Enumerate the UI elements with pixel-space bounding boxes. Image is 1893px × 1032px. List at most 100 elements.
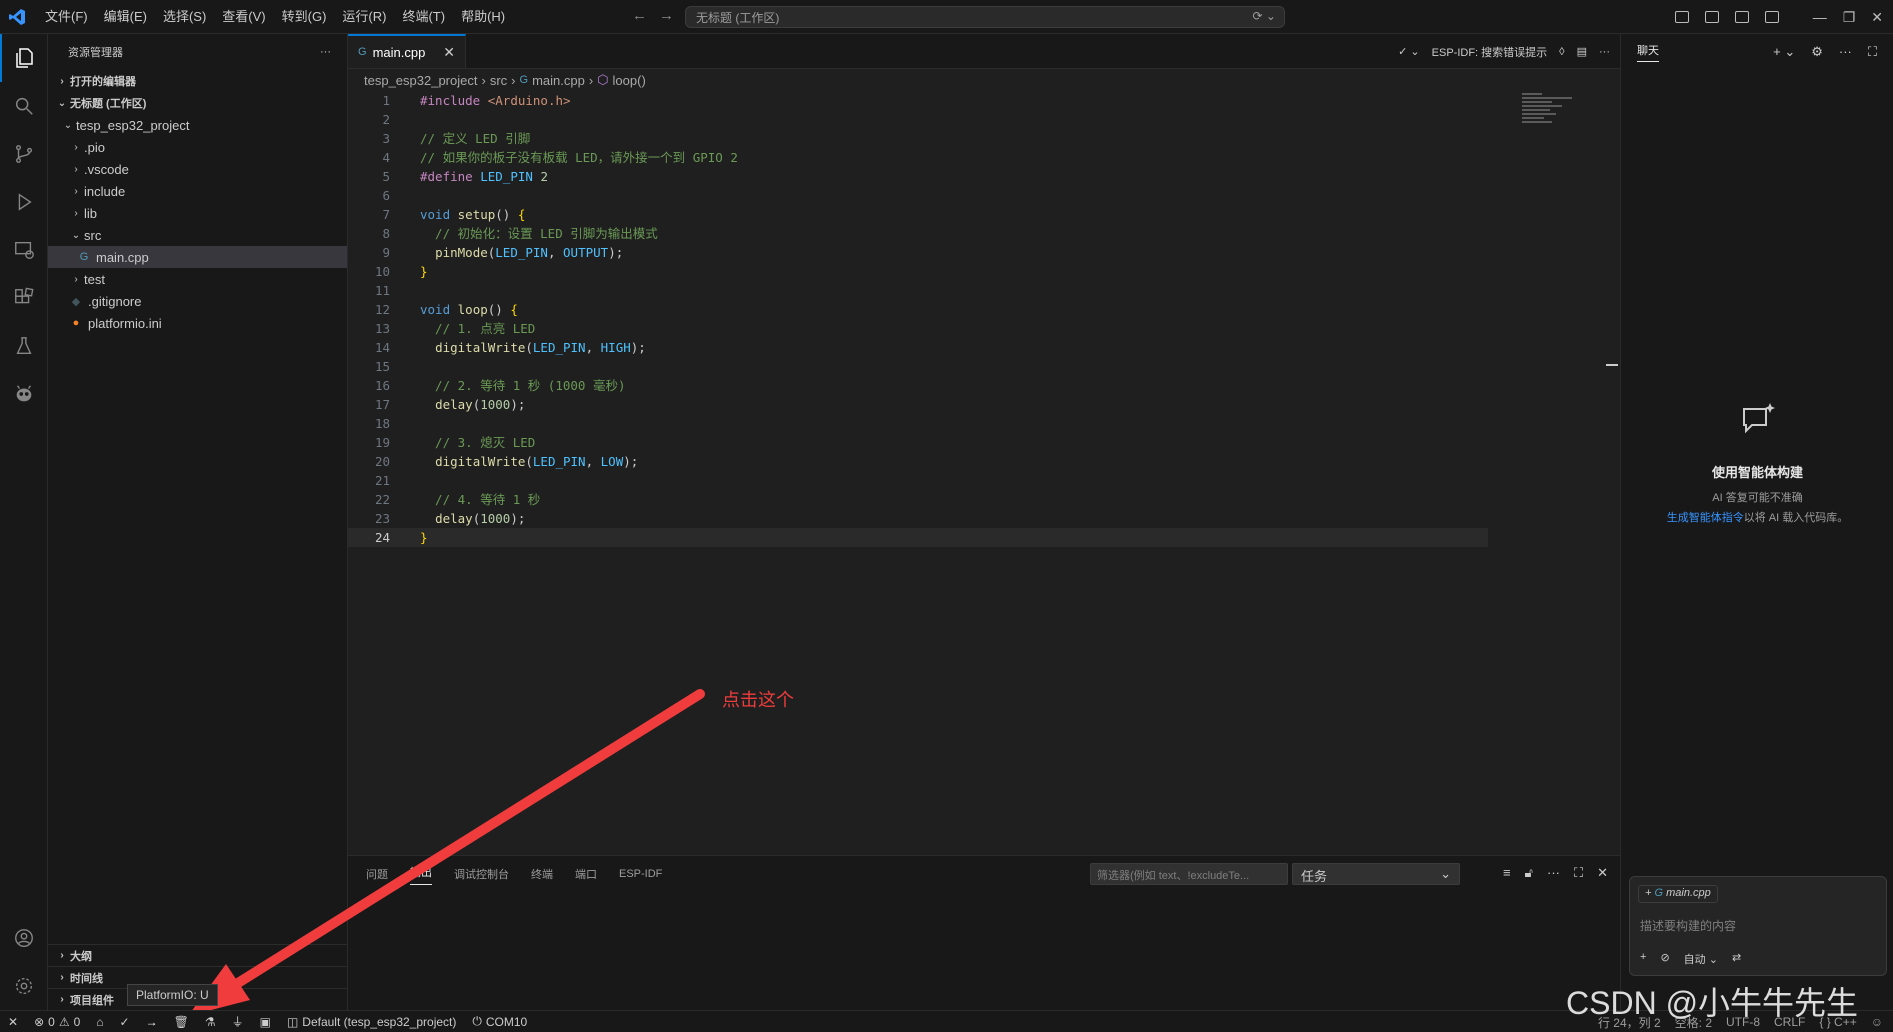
testing-flask-icon[interactable] — [0, 322, 48, 370]
tree-file-main-cpp[interactable]: G main.cpp — [48, 246, 347, 268]
problems-indicator[interactable]: ⊗ 0 ⚠ 0 — [26, 1015, 88, 1029]
close-window-icon[interactable]: ✕ — [1871, 9, 1883, 26]
code-line[interactable]: 16 // 2. 等待 1 秒 (1000 毫秒) — [348, 376, 1488, 395]
tree-file-gitignore[interactable]: ◆ .gitignore — [48, 290, 347, 312]
tree-folder-vscode[interactable]: › .vscode — [48, 158, 347, 180]
remote-explorer-icon[interactable] — [0, 226, 48, 274]
chat-more-icon[interactable]: ··· — [1839, 44, 1852, 60]
menu-selection[interactable]: 选择(S) — [156, 0, 213, 34]
chat-input-placeholder[interactable]: 描述要构建的内容 — [1640, 917, 1736, 934]
code-line[interactable]: 6 — [348, 186, 1488, 205]
pio-clean-icon[interactable]: 🗑︎ — [166, 1015, 197, 1029]
close-icon[interactable]: ✕ — [443, 44, 455, 61]
code-line[interactable]: 20 digitalWrite(LED_PIN, LOW); — [348, 452, 1488, 471]
explorer-icon[interactable] — [0, 34, 48, 82]
code-line[interactable]: 1 #include <Arduino.h> — [348, 91, 1488, 110]
code-line[interactable]: 24} — [348, 528, 1488, 547]
breadcrumb-project[interactable]: tesp_esp32_project — [364, 73, 477, 88]
output-filter-input[interactable]: 筛选器(例如 text、!excludeTe... — [1090, 863, 1288, 885]
mention-icon[interactable]: ⊘ — [1660, 951, 1669, 967]
toggle-panel-icon[interactable] — [1704, 11, 1719, 23]
tab-output[interactable]: 输出 — [410, 864, 432, 885]
tree-folder-include[interactable]: › include — [48, 180, 347, 202]
code-line[interactable]: 14 digitalWrite(LED_PIN, HIGH); — [348, 338, 1488, 357]
tab-terminal[interactable]: 终端 — [531, 866, 553, 882]
code-line[interactable]: 18 — [348, 414, 1488, 433]
menu-view[interactable]: 查看(V) — [215, 0, 272, 34]
chat-input-box[interactable]: + G main.cpp 描述要构建的内容 + ⊘ 自动 ⌄ ⇄ — [1629, 876, 1887, 976]
toggle-secondary-sidebar-icon[interactable] — [1734, 11, 1749, 23]
chat-settings-gear-icon[interactable]: ⚙ — [1811, 44, 1823, 60]
code-line[interactable]: 3 // 定义 LED 引脚 — [348, 129, 1488, 148]
clear-output-icon[interactable]: ≡ — [1503, 865, 1511, 881]
pio-terminal-icon[interactable]: ▣ — [252, 1015, 279, 1029]
tools-icon[interactable]: ⇄ — [1732, 951, 1741, 967]
minimap[interactable] — [1522, 91, 1582, 151]
code-line[interactable]: 5 #define LED_PIN 2 — [348, 167, 1488, 186]
new-chat-icon[interactable]: + ⌄ — [1773, 44, 1795, 60]
pio-upload-icon[interactable]: → — [138, 1015, 166, 1029]
pio-home-icon[interactable]: ⌂ — [88, 1015, 111, 1029]
light-bulb-icon[interactable]: ◊ — [1559, 46, 1564, 58]
tree-file-platformio-ini[interactable]: ● platformio.ini — [48, 312, 347, 334]
tab-esp-idf[interactable]: ESP-IDF — [619, 868, 662, 880]
tree-folder-project[interactable]: ⌄ tesp_esp32_project — [48, 114, 347, 136]
pio-serial-monitor-icon[interactable]: ⏚ — [224, 1013, 252, 1030]
menu-help[interactable]: 帮助(H) — [454, 0, 512, 34]
pio-env-selector[interactable]: ◫ Default (tesp_esp32_project) — [279, 1015, 464, 1029]
esp-idf-search-button[interactable]: ESP-IDF: 搜索错误提示 — [1432, 44, 1548, 60]
copilot-chevron-icon[interactable]: ⟳ ⌄ — [1253, 9, 1276, 23]
attach-plus-icon[interactable]: + — [1640, 951, 1646, 967]
tab-ports[interactable]: 端口 — [575, 866, 597, 882]
scrollbar-marker[interactable] — [1606, 364, 1618, 366]
code-line[interactable]: 17 delay(1000); — [348, 395, 1488, 414]
outline-section[interactable]: › 大纲 — [48, 944, 348, 966]
code-line[interactable]: 22 // 4. 等待 1 秒 — [348, 490, 1488, 509]
open-editors-section[interactable]: › 打开的编辑器 — [48, 70, 347, 92]
code-line[interactable]: 19 // 3. 熄灭 LED — [348, 433, 1488, 452]
forward-arrow-icon[interactable]: → — [659, 7, 674, 24]
breadcrumb-file[interactable]: main.cpp — [532, 73, 585, 88]
output-channel-select[interactable]: 任务 ⌄ — [1292, 863, 1460, 885]
copilot-icon[interactable]: ☺ — [1871, 1015, 1883, 1029]
context-chip[interactable]: + G main.cpp — [1638, 885, 1718, 903]
code-line[interactable]: 23 delay(1000); — [348, 509, 1488, 528]
mode-picker[interactable]: 自动 ⌄ — [1684, 951, 1718, 967]
code-line[interactable]: 10} — [348, 262, 1488, 281]
code-line[interactable]: 8 // 初始化：设置 LED 引脚为输出模式 — [348, 224, 1488, 243]
breadcrumb-symbol[interactable]: loop() — [613, 73, 646, 88]
tree-folder-src[interactable]: ⌄ src — [48, 224, 347, 246]
pio-build-icon[interactable]: ✓ — [112, 1015, 138, 1029]
back-arrow-icon[interactable]: ← — [632, 7, 647, 24]
search-icon[interactable] — [0, 82, 48, 130]
restore-icon[interactable]: ❐ — [1843, 9, 1856, 26]
code-line[interactable]: 7 void setup() { — [348, 205, 1488, 224]
code-line[interactable]: 4 // 如果你的板子没有板载 LED，请外接一个到 GPIO 2 — [348, 148, 1488, 167]
tree-folder-pio[interactable]: › .pio — [48, 136, 347, 158]
check-icon[interactable]: ✓ ⌄ — [1398, 45, 1420, 58]
maximize-chat-icon[interactable]: ⛶ — [1868, 44, 1877, 60]
code-area[interactable]: 1 #include <Arduino.h> 2 3// 定义 LED 引脚 4// 如… — [348, 91, 1488, 547]
menu-go[interactable]: 转到(G) — [275, 0, 334, 34]
platformio-alien-icon[interactable] — [0, 370, 48, 418]
extensions-icon[interactable] — [0, 274, 48, 322]
toggle-sidebar-icon[interactable] — [1674, 11, 1689, 23]
source-control-icon[interactable] — [0, 130, 48, 178]
code-line[interactable]: 13 // 1. 点亮 LED — [348, 319, 1488, 338]
generate-instructions-link[interactable]: 生成智能体指令 — [1667, 512, 1744, 524]
editor-more-icon[interactable]: ··· — [1599, 46, 1610, 58]
tab-problems[interactable]: 问题 — [366, 866, 388, 882]
breadcrumb-src[interactable]: src — [490, 73, 507, 88]
remote-indicator-icon[interactable]: ✕ — [0, 1015, 26, 1029]
close-panel-icon[interactable]: ✕ — [1597, 865, 1608, 881]
pio-test-flask-icon[interactable]: ⚗ — [197, 1015, 224, 1029]
command-center[interactable]: 无标题 (工作区) ⟳ ⌄ — [685, 6, 1285, 28]
workspace-section[interactable]: ⌄ 无标题 (工作区) — [48, 92, 347, 114]
menu-run[interactable]: 运行(R) — [335, 0, 393, 34]
split-editor-icon[interactable]: ▤ — [1577, 45, 1587, 58]
menu-edit[interactable]: 编辑(E) — [97, 0, 154, 34]
tab-debug-console[interactable]: 调试控制台 — [454, 866, 509, 882]
code-line[interactable]: 9 pinMode(LED_PIN, OUTPUT); — [348, 243, 1488, 262]
code-line[interactable]: 2 — [348, 110, 1488, 129]
code-line[interactable]: 15 — [348, 357, 1488, 376]
